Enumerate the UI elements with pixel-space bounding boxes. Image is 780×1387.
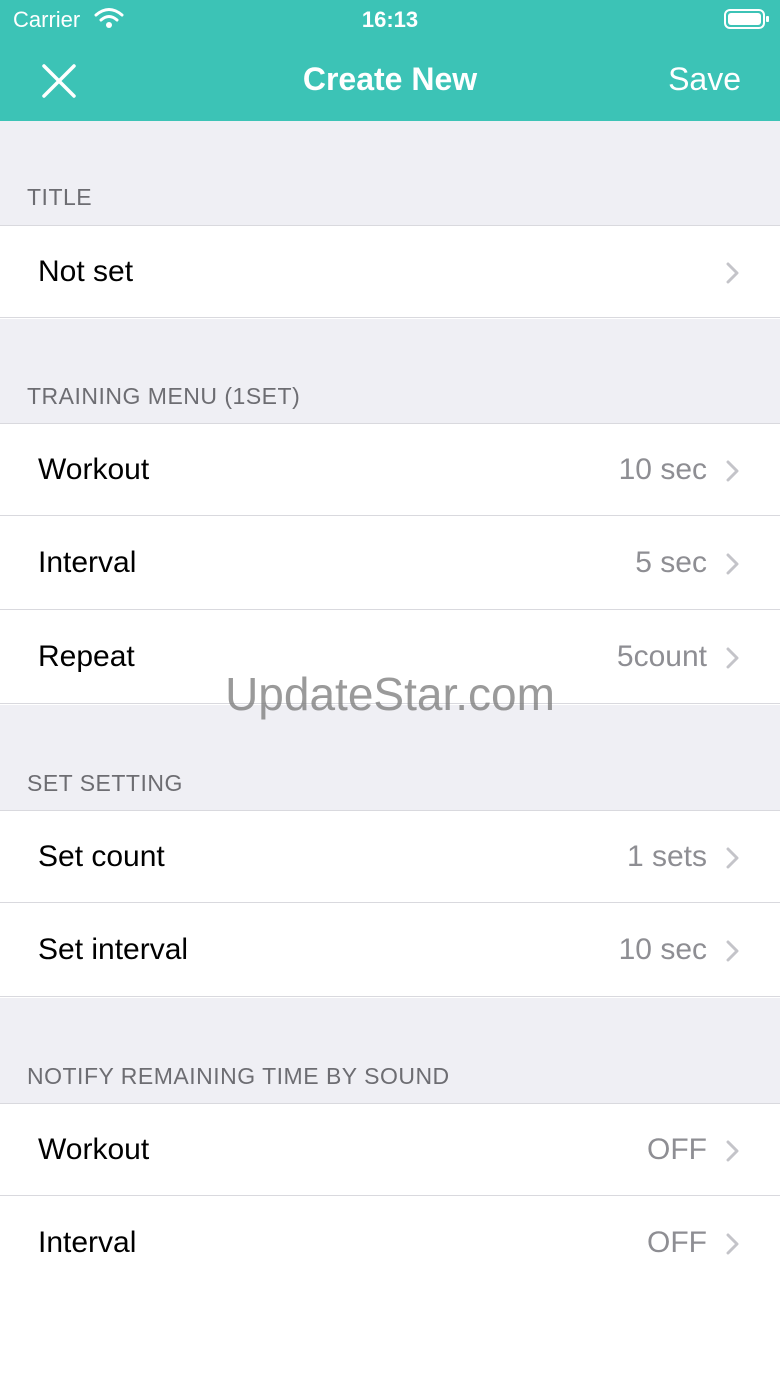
section-header-title: TITLE bbox=[27, 184, 93, 210]
cell-label: Not set bbox=[38, 255, 134, 288]
section-header-training-menu: TRAINING MENU (1SET) bbox=[27, 383, 301, 409]
cell-label: Repeat bbox=[38, 640, 135, 673]
title-row[interactable]: Not set bbox=[0, 225, 780, 318]
cell-value: 5 sec bbox=[635, 546, 707, 579]
cell-value: 5count bbox=[616, 640, 707, 673]
chevron-right-icon bbox=[726, 647, 739, 669]
cell-label: Interval bbox=[38, 546, 137, 579]
chevron-right-icon bbox=[726, 1233, 739, 1255]
notify-interval-row[interactable]: Interval OFF bbox=[0, 1197, 780, 1290]
cell-value: 1 sets bbox=[626, 840, 707, 873]
battery-icon bbox=[724, 9, 769, 29]
cell-value: OFF bbox=[647, 1133, 707, 1166]
chevron-right-icon bbox=[726, 553, 739, 575]
cell-label: Workout bbox=[38, 1133, 150, 1166]
cell-label: Workout bbox=[38, 453, 150, 486]
notify-workout-row[interactable]: Workout OFF bbox=[0, 1103, 780, 1196]
cell-label: Set interval bbox=[38, 933, 189, 966]
section-header-notify: NOTIFY REMAINING TIME BY SOUND bbox=[27, 1063, 450, 1089]
training-interval-row[interactable]: Interval 5 sec bbox=[0, 517, 780, 610]
group-spacer bbox=[0, 121, 780, 225]
chevron-right-icon bbox=[726, 1140, 739, 1162]
navigation-header: Carrier 16:13 Create New Save bbox=[0, 0, 780, 121]
cell-label: Interval bbox=[38, 1226, 137, 1259]
training-workout-row[interactable]: Workout 10 sec bbox=[0, 423, 780, 516]
set-count-row[interactable]: Set count 1 sets bbox=[0, 810, 780, 903]
training-repeat-row[interactable]: Repeat 5count bbox=[0, 611, 780, 704]
cell-value: 10 sec bbox=[618, 453, 707, 486]
section-header-set-setting: SET SETTING bbox=[27, 770, 183, 796]
cell-label: Set count bbox=[38, 840, 165, 873]
chevron-right-icon bbox=[726, 460, 739, 482]
chevron-right-icon bbox=[726, 262, 739, 284]
chevron-right-icon bbox=[726, 847, 739, 869]
cell-value: OFF bbox=[647, 1226, 707, 1259]
status-time: 16:13 bbox=[361, 7, 419, 32]
page-title: Create New bbox=[302, 61, 478, 97]
chevron-right-icon bbox=[726, 940, 739, 962]
set-interval-row[interactable]: Set interval 10 sec bbox=[0, 904, 780, 997]
save-button[interactable]: Save bbox=[668, 61, 741, 98]
cell-value: 10 sec bbox=[618, 933, 707, 966]
